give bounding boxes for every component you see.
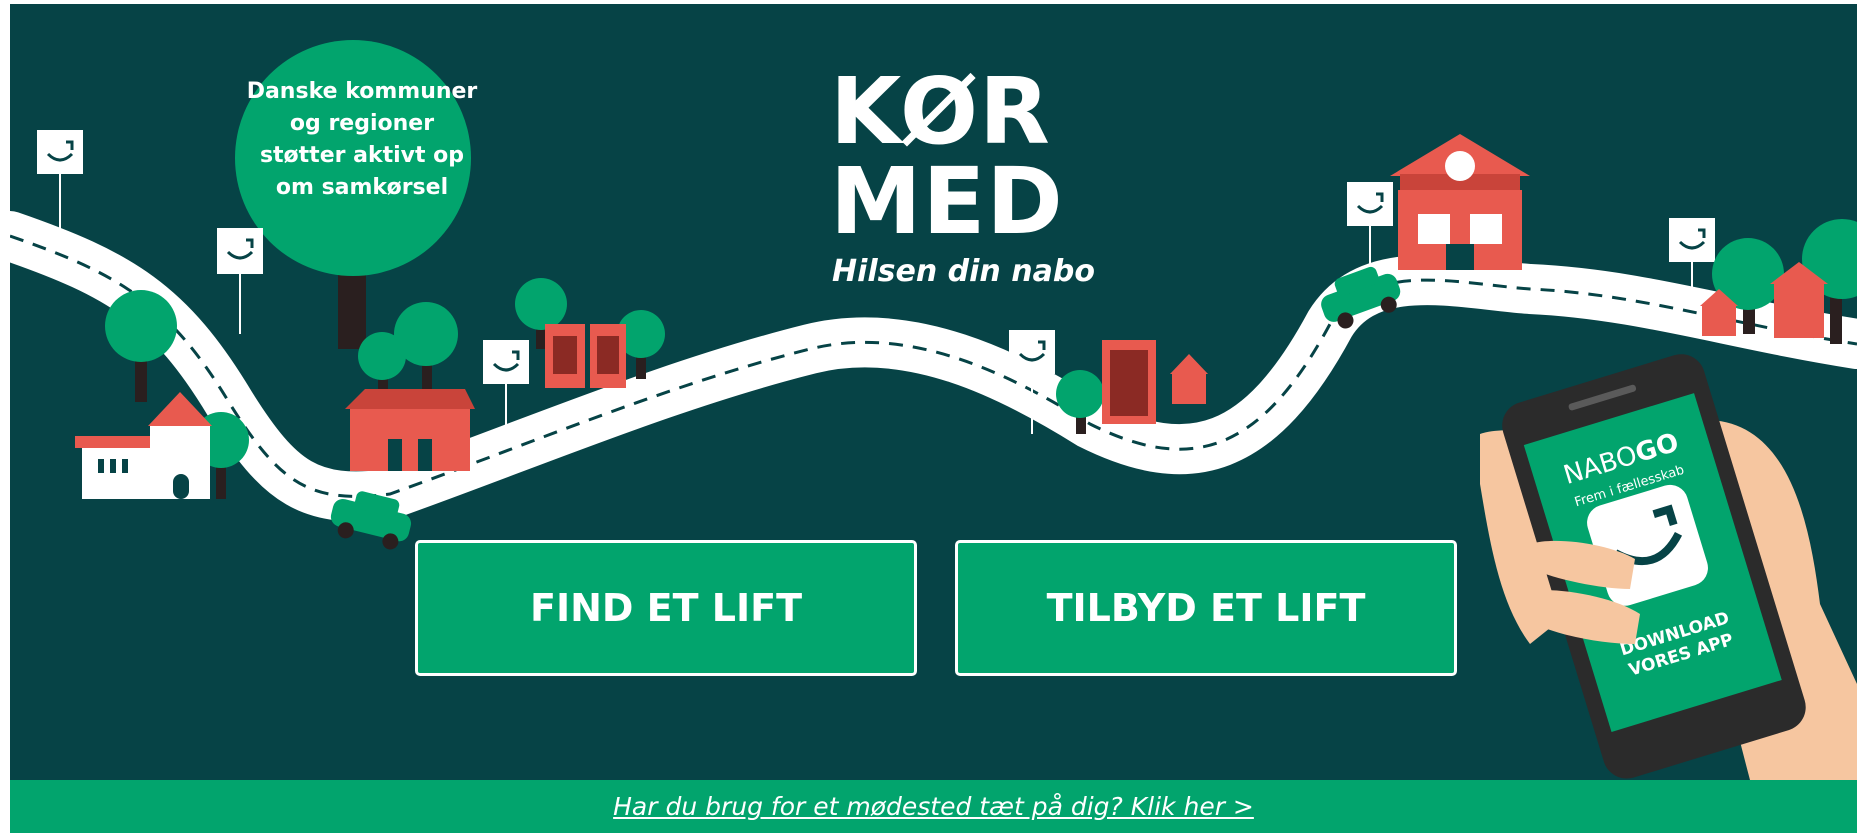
apartment-building-icon: [1102, 340, 1208, 424]
logo-text-kor: KØR: [830, 58, 1051, 165]
meeting-point-banner: Har du brug for et mødested tæt på dig? …: [10, 780, 1857, 833]
logo-text-med: MED: [830, 148, 1064, 255]
red-house-icon: [345, 389, 475, 471]
town-hall-icon: [1390, 134, 1530, 270]
apartment-building-icon: [545, 324, 626, 388]
tree-icon: [105, 290, 177, 402]
tree-icon: [358, 302, 458, 394]
info-bubble-text: Danske kommuner og regioner støtter akti…: [246, 79, 478, 200]
meeting-point-link[interactable]: Har du brug for et mødested tæt på dig? …: [613, 792, 1254, 821]
logo-tagline: Hilsen din nabo: [832, 254, 1095, 289]
smiley-sign-icon: [37, 130, 83, 234]
offer-lift-button[interactable]: TILBYD ET LIFT: [955, 540, 1457, 676]
white-house-icon: [75, 392, 212, 499]
find-lift-button[interactable]: FIND ET LIFT: [415, 540, 917, 676]
smiley-sign-icon: [217, 228, 263, 334]
hero-banner: NABOGO Frem i fællesskab DOWNLOAD VORES …: [10, 4, 1857, 780]
